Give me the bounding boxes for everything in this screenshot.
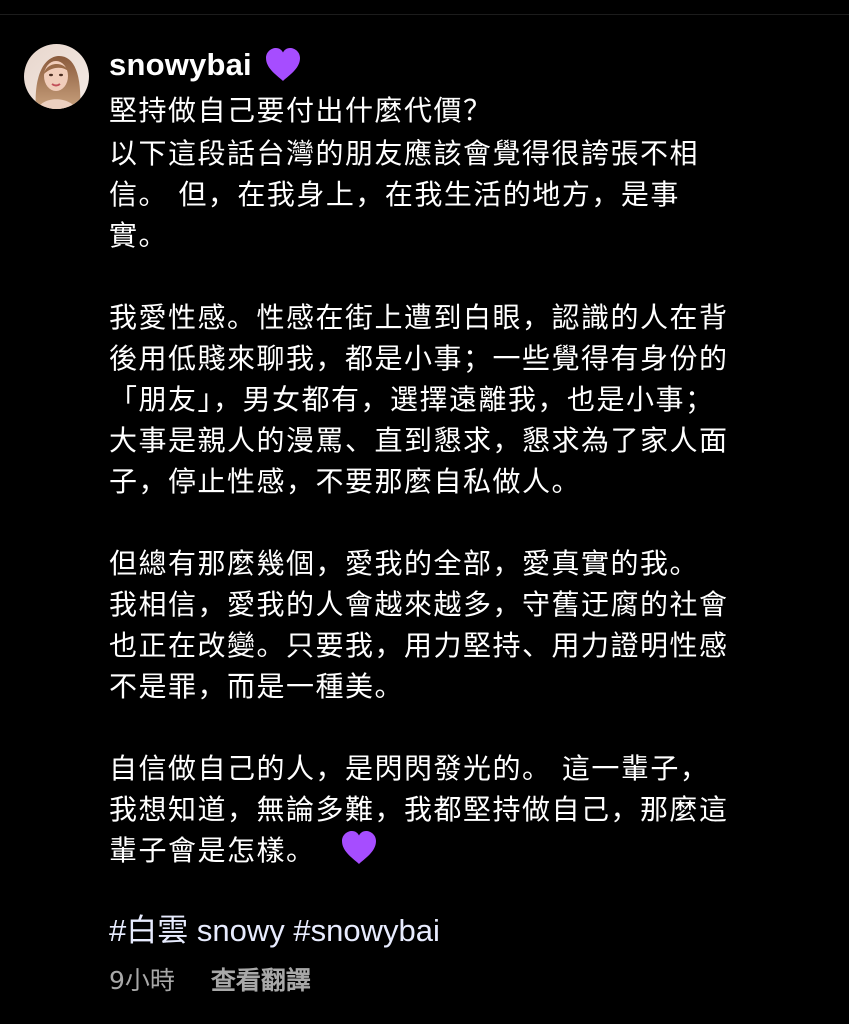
avatar[interactable] <box>24 44 89 109</box>
caption-line: 我相信，愛我的人會越來越多，守舊迂腐的社會 <box>109 588 729 621</box>
caption-line: 輩子會是怎樣。 <box>109 834 316 867</box>
caption-line: 後用低賤來聊我，都是小事；一些覺得有身份的 <box>109 342 729 375</box>
post-caption-container: snowybai 堅持做自己要付出什麼代價？ 以下這段話台灣的朋友應該會覺得很誇… <box>109 40 824 997</box>
purple-heart-icon <box>340 830 378 877</box>
caption-line: 我愛性感。性感在街上遭到白眼，認識的人在背 <box>109 301 729 334</box>
avatar-image <box>24 44 89 109</box>
caption-paragraph-1: 以下這段話台灣的朋友應該會覺得很誇張不相 信。 但，在我身上，在我生活的地方，是… <box>109 133 824 256</box>
see-translation-button[interactable]: 查看翻譯 <box>211 961 311 997</box>
caption-line: 自信做自己的人，是閃閃發光的。 這一輩子， <box>109 752 710 785</box>
hashtag-link[interactable]: #snowybai <box>293 913 439 948</box>
caption-line: 信。 但，在我身上，在我生活的地方，是事 <box>109 178 680 211</box>
caption-line: 但總有那麼幾個，愛我的全部，愛真實的我。 <box>109 547 700 580</box>
caption-line: 我想知道，無論多難，我都堅持做自己，那麼這 <box>109 793 729 826</box>
username[interactable]: snowybai <box>109 47 252 83</box>
post-meta: 9小時 查看翻譯 <box>109 961 824 997</box>
top-divider <box>0 14 849 15</box>
caption-line: 「朋友」，男女都有，選擇遠離我，也是小事； <box>109 383 715 416</box>
caption-paragraph-4: 自信做自己的人，是閃閃發光的。 這一輩子， 我想知道，無論多難，我都堅持做自己，… <box>109 748 824 877</box>
caption-line: 不是罪，而是一種美。 <box>109 670 405 703</box>
post-title: 堅持做自己要付出什麼代價？ <box>109 94 493 127</box>
hashtag-link[interactable]: #白雲 <box>109 913 188 948</box>
timestamp: 9小時 <box>109 966 175 995</box>
caption-line-last: 輩子會是怎樣。 <box>109 830 824 877</box>
caption-line: 大事是親人的漫罵、直到懇求，懇求為了家人面 <box>109 424 729 457</box>
caption-line: 也正在改變。只要我，用力堅持、用力證明性感 <box>109 629 729 662</box>
hashtag-row: #白雲 snowy #snowybai <box>109 911 824 951</box>
caption-paragraph-3: 但總有那麼幾個，愛我的全部，愛真實的我。 我相信，愛我的人會越來越多，守舊迂腐的… <box>109 543 824 707</box>
caption-line: 實。 <box>109 219 169 252</box>
purple-heart-icon <box>264 47 302 87</box>
caption-paragraph-2: 我愛性感。性感在街上遭到白眼，認識的人在背 後用低賤來聊我，都是小事；一些覺得有… <box>109 297 824 502</box>
hashtag-text: snowy <box>196 913 285 948</box>
caption-text: 堅持做自己要付出什麼代價？ 以下這段話台灣的朋友應該會覺得很誇張不相 信。 但，… <box>109 90 824 877</box>
caption-line: 以下這段話台灣的朋友應該會覺得很誇張不相 <box>109 137 700 170</box>
caption-line: 子，停止性感，不要那麼自私做人。 <box>109 465 582 498</box>
username-row: snowybai <box>109 40 824 90</box>
